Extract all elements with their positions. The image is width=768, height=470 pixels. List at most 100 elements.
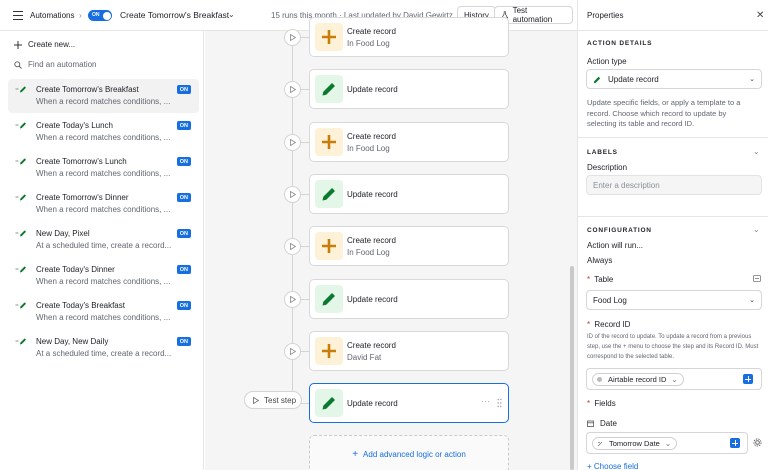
test-automation-label: Test automation <box>512 6 553 24</box>
tomorrow-date-token[interactable]: Tomorrow Date ⌄ <box>592 437 678 450</box>
chevron-down-icon[interactable]: ⌄ <box>753 147 760 156</box>
find-automation-search[interactable]: Find an automation <box>14 60 97 69</box>
plus-icon: + <box>352 448 359 460</box>
run-step-button[interactable] <box>284 186 301 203</box>
play-icon <box>290 86 296 93</box>
field-date-row: Date <box>587 419 617 428</box>
form-icon[interactable] <box>753 275 761 282</box>
automation-title: Create Tomorrow's Dinner <box>36 193 129 202</box>
date-field-input[interactable]: Tomorrow Date ⌄ <box>586 432 748 454</box>
plus-icon <box>322 135 336 149</box>
run-step-button[interactable] <box>284 291 301 308</box>
automation-toggle[interactable]: ON <box>88 10 112 21</box>
pencil-icon <box>593 76 601 83</box>
step-icon <box>315 128 343 156</box>
automation-subtitle: When a record matches conditions, ... <box>36 313 171 322</box>
step-title: Create record <box>347 27 396 36</box>
canvas-scrollbar[interactable] <box>570 266 574 470</box>
on-badge: ON <box>176 229 191 238</box>
action-type-label: Action type <box>587 57 627 66</box>
will-run-value[interactable]: Always <box>587 256 612 265</box>
record-id-token[interactable]: Airtable record ID ⌄ <box>592 373 684 386</box>
step-title: Update record <box>347 295 398 304</box>
toggle-label: ON <box>92 12 100 18</box>
automation-list-item[interactable]: Create Today's Lunch When a record matche… <box>8 115 199 149</box>
labels-heading: LABELS <box>587 149 618 156</box>
chevron-down-icon[interactable]: ⌄ <box>753 225 760 234</box>
drag-handle-icon[interactable] <box>497 398 502 408</box>
edit-automation-icon <box>15 122 26 129</box>
on-badge: ON <box>176 301 191 310</box>
step-subtitle: In Food Log <box>347 39 390 48</box>
step-icon <box>315 337 343 365</box>
automation-name[interactable]: Create Tomorrow's Breakfast <box>120 10 229 20</box>
description-input[interactable]: Enter a description <box>586 175 762 195</box>
workflow-step-card[interactable]: Create record In Food Log <box>309 17 509 57</box>
table-select[interactable]: Food Log ⌄ <box>586 290 762 310</box>
gear-icon[interactable] <box>753 438 762 447</box>
automation-list-item[interactable]: Create Tomorrow's Dinner When a record ma… <box>8 187 199 221</box>
plus-icon <box>322 30 336 44</box>
automation-subtitle: When a record matches conditions, ... <box>36 133 171 142</box>
run-step-button[interactable] <box>284 238 301 255</box>
run-step-button[interactable] <box>284 29 301 46</box>
search-icon <box>14 60 22 69</box>
automation-subtitle: At a scheduled time, create a record... <box>36 241 172 250</box>
record-id-help: ID of the record to update. To update a … <box>587 334 759 360</box>
workflow-step-card[interactable]: Create record David Fat <box>309 331 509 371</box>
step-icon <box>315 389 343 417</box>
automation-list-item[interactable]: Create Today's Breakfast When a record ma… <box>8 295 199 329</box>
edit-automation-icon <box>15 158 26 165</box>
automation-subtitle: At a scheduled time, create a record... <box>36 349 172 358</box>
fields-label: * Fields <box>587 399 616 408</box>
run-step-button[interactable] <box>284 343 301 360</box>
plus-icon <box>14 40 22 49</box>
test-step-button[interactable]: Test step <box>244 391 302 409</box>
automation-subtitle: When a record matches conditions, ... <box>36 277 171 286</box>
automation-subtitle: When a record matches conditions, ... <box>36 97 171 106</box>
insert-token-button[interactable] <box>730 438 740 448</box>
automation-list-item[interactable]: New Day, New Daily At a scheduled time, c… <box>8 331 199 365</box>
step-subtitle: In Food Log <box>347 144 390 153</box>
breadcrumb-chevron-icon: › <box>79 11 82 20</box>
close-icon[interactable]: ✕ <box>756 10 764 21</box>
automation-list-item[interactable]: Create Tomorrow's Lunch When a record mat… <box>8 151 199 185</box>
chevron-down-icon: ⌄ <box>749 297 755 304</box>
create-new-button[interactable]: Create new... <box>14 40 75 49</box>
breadcrumb-automations[interactable]: Automations <box>30 11 74 20</box>
pencil-icon <box>322 83 335 96</box>
insert-token-button[interactable] <box>743 374 753 384</box>
automation-list-item[interactable]: Create Today's Dinner When a record match… <box>8 259 199 293</box>
menu-icon[interactable] <box>13 11 23 20</box>
step-title: Create record <box>347 132 396 141</box>
search-input[interactable]: Find an automation <box>28 60 97 69</box>
add-advanced-logic-button[interactable]: + Add advanced logic or action <box>309 435 509 470</box>
workflow-step-card[interactable]: Update record <box>309 69 509 109</box>
workflow-step-card[interactable]: Update record <box>309 174 509 214</box>
workflow-step-card[interactable]: Update record ··· <box>309 383 509 423</box>
automation-list-item[interactable]: Create Tomorrow's Breakfast When a record… <box>8 79 199 113</box>
more-options-icon[interactable]: ··· <box>481 397 491 406</box>
edit-automation-icon <box>15 266 26 273</box>
play-icon <box>290 34 296 41</box>
pencil-icon <box>322 397 335 410</box>
action-type-select[interactable]: Update record ⌄ <box>586 69 762 89</box>
choose-field-button[interactable]: + Choose field <box>587 462 638 470</box>
play-icon <box>253 396 259 404</box>
step-icon <box>315 232 343 260</box>
run-step-button[interactable] <box>284 134 301 151</box>
token-dot-icon <box>597 377 602 382</box>
run-step-button[interactable] <box>284 81 301 98</box>
chevron-down-icon[interactable]: ⌄ <box>228 10 235 19</box>
automation-title: Create Today's Breakfast <box>36 301 125 310</box>
workflow-step-card[interactable]: Create record In Food Log <box>309 226 509 266</box>
workflow-step-card[interactable]: Update record <box>309 279 509 319</box>
workflow-step-card[interactable]: Create record In Food Log <box>309 122 509 162</box>
automation-title: New Day, New Daily <box>36 337 109 346</box>
automation-list-item[interactable]: New Day, Pixel At a scheduled time, creat… <box>8 223 199 257</box>
edit-automation-icon <box>15 338 26 345</box>
panel-title: Properties <box>587 11 624 20</box>
on-badge: ON <box>176 193 191 202</box>
record-id-field[interactable]: Airtable record ID ⌄ <box>586 368 762 390</box>
panel-header: Properties ✕ <box>578 0 768 31</box>
